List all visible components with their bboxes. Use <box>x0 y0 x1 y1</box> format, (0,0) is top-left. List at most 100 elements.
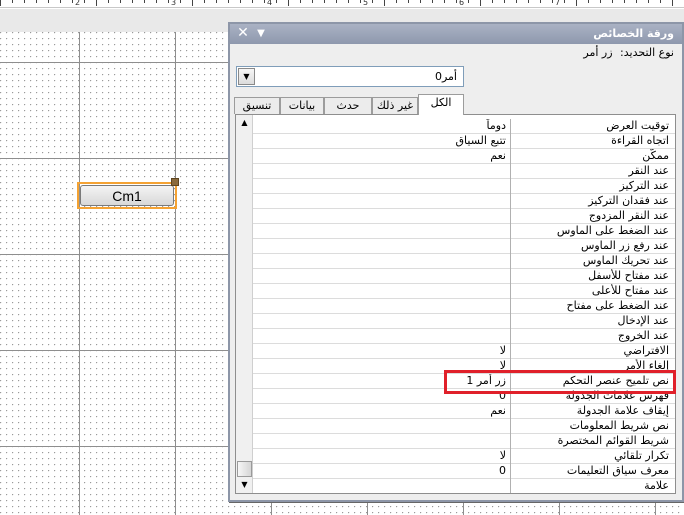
object-selector-dropdown[interactable]: ▼ أمر0 <box>236 66 464 87</box>
property-value[interactable]: نعم <box>253 404 511 419</box>
property-value[interactable] <box>253 164 511 179</box>
command-button-cm1[interactable]: Cm1 <box>80 185 174 206</box>
ruler-tick <box>240 0 241 3</box>
ruler-number: 5 <box>363 0 369 7</box>
property-value[interactable]: لا <box>253 344 511 359</box>
ruler-tick <box>600 0 601 3</box>
property-value[interactable] <box>253 209 511 224</box>
ruler-tick <box>156 0 157 3</box>
property-row[interactable]: لا إلغاء الأمر <box>253 359 675 374</box>
property-row[interactable]: تتبع السياق اتجاه القراءة <box>253 134 675 149</box>
scroll-down-icon[interactable]: ▼ <box>236 477 253 493</box>
property-name: عند النقر <box>628 164 669 177</box>
property-value[interactable] <box>253 419 511 434</box>
property-value[interactable] <box>253 314 511 329</box>
chevron-down-icon[interactable]: ▼ <box>254 27 268 41</box>
property-row[interactable]: دوماً توقيت العرض <box>253 119 675 134</box>
tab-event[interactable]: حدث <box>324 97 372 114</box>
property-row[interactable]: عند الخروج <box>253 329 675 344</box>
property-value[interactable] <box>253 194 511 209</box>
property-row[interactable]: عند فقدان التركيز <box>253 194 675 209</box>
ruler-tick <box>180 0 181 3</box>
ruler-tick <box>132 0 133 3</box>
property-value[interactable]: دوماً <box>253 119 511 134</box>
property-row[interactable]: 0 معرف سياق التعليمات <box>253 464 675 479</box>
property-value[interactable] <box>253 254 511 269</box>
property-sheet-titlebar[interactable]: ✕ ▼ ورقة الخصائص <box>230 24 682 44</box>
scroll-up-icon[interactable]: ▲ <box>236 115 253 131</box>
scrollbar-thumb[interactable] <box>237 461 252 477</box>
ruler-tick <box>576 0 577 6</box>
property-value[interactable] <box>253 239 511 254</box>
property-row[interactable]: نعم إيقاف علامة الجدولة <box>253 404 675 419</box>
horizontal-ruler: 2 3 4 5 6 7 <box>0 0 684 8</box>
property-value[interactable] <box>253 434 511 449</box>
ruler-tick <box>24 0 25 3</box>
ruler-tick <box>480 0 481 6</box>
property-value[interactable]: زر أمر 1 <box>253 374 511 389</box>
property-value[interactable] <box>253 224 511 239</box>
property-sheet-title: ورقة الخصائص <box>593 27 674 40</box>
property-value[interactable]: 0 <box>253 389 511 404</box>
property-name: فهرس علامات الجدولة <box>565 389 669 402</box>
property-row[interactable]: نعم ممكّن <box>253 149 675 164</box>
property-value[interactable]: لا <box>253 449 511 464</box>
property-name: تكرار تلقائي <box>614 449 669 462</box>
ruler-tick <box>420 0 421 3</box>
property-row[interactable]: عند النقر <box>253 164 675 179</box>
ruler-tick <box>36 0 37 3</box>
property-row[interactable]: عند الضغط على مفتاح <box>253 299 675 314</box>
property-row[interactable]: عند رفع زر الماوس <box>253 239 675 254</box>
selection-type-value: زر أمر <box>583 46 613 59</box>
ruler-tick <box>120 0 121 3</box>
property-name: اتجاه القراءة <box>611 134 669 147</box>
tab-format[interactable]: تنسيق <box>234 97 280 114</box>
property-row[interactable]: علامة <box>253 479 675 493</box>
property-row[interactable]: لا تكرار تلقائي <box>253 449 675 464</box>
dropdown-arrow-icon[interactable]: ▼ <box>238 68 255 85</box>
property-row[interactable]: 0 فهرس علامات الجدولة <box>253 389 675 404</box>
property-row[interactable]: زر أمر 1 نص تلميح عنصر التحكم <box>253 374 675 389</box>
property-name: عند الإدخال <box>617 314 669 327</box>
property-value[interactable]: نعم <box>253 149 511 164</box>
property-value[interactable] <box>253 329 511 344</box>
property-name: عند الضغط على الماوس <box>556 224 669 237</box>
property-row[interactable]: عند التركيز <box>253 179 675 194</box>
property-value[interactable]: 0 <box>253 464 511 479</box>
property-row[interactable]: عند مفتاح للأسفل <box>253 269 675 284</box>
property-row[interactable]: عند مفتاح للأعلى <box>253 284 675 299</box>
property-value[interactable] <box>253 479 511 493</box>
property-value[interactable]: لا <box>253 359 511 374</box>
property-value[interactable] <box>253 269 511 284</box>
tab-all[interactable]: الكل <box>418 94 464 115</box>
ruler-tick <box>348 0 349 3</box>
property-value[interactable] <box>253 179 511 194</box>
ruler-tick <box>660 0 661 3</box>
ruler-tick <box>84 0 85 3</box>
property-row[interactable]: نص شريط المعلومات <box>253 419 675 434</box>
ruler-tick <box>300 0 301 3</box>
ruler-tick <box>216 0 217 3</box>
property-row[interactable]: شريط القوائم المختصرة <box>253 434 675 449</box>
ruler-tick <box>588 0 589 3</box>
vertical-scrollbar[interactable]: ▲ ▼ <box>236 115 253 493</box>
property-row[interactable]: لا الافتراضي <box>253 344 675 359</box>
property-value[interactable]: تتبع السياق <box>253 134 511 149</box>
command-button-selection[interactable]: Cm1 <box>77 182 177 209</box>
property-grid: ▲ ▼ دوماً توقيت العرض تتبع السياق اتجاه الق… <box>235 114 676 494</box>
property-name: إيقاف علامة الجدولة <box>576 404 669 417</box>
object-selector-value: أمر0 <box>434 70 457 83</box>
property-value[interactable] <box>253 284 511 299</box>
property-row[interactable]: عند الضغط على الماوس <box>253 224 675 239</box>
tab-other[interactable]: غير ذلك <box>372 97 418 114</box>
ruler-tick <box>612 0 613 3</box>
property-row[interactable]: عند تحريك الماوس <box>253 254 675 269</box>
property-name: علامة <box>644 479 669 492</box>
property-value[interactable] <box>253 299 511 314</box>
resize-handle[interactable] <box>171 178 179 186</box>
tab-data[interactable]: بيانات <box>280 97 324 114</box>
property-row[interactable]: عند النقر المزدوج <box>253 209 675 224</box>
ruler-tick <box>192 0 193 6</box>
property-row[interactable]: عند الإدخال <box>253 314 675 329</box>
close-icon[interactable]: ✕ <box>236 26 250 40</box>
